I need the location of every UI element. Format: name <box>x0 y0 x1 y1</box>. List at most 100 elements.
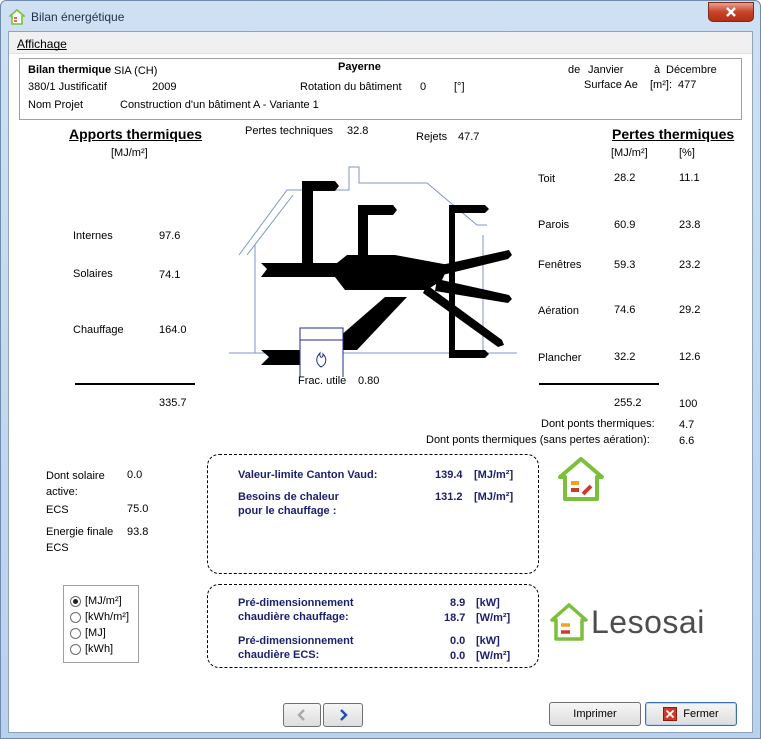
pertes-total-line <box>539 383 659 385</box>
radio-button[interactable] <box>70 627 81 639</box>
menu-affichage[interactable]: Affichage <box>17 37 67 51</box>
pertes-aeration-pct: 29.2 <box>679 304 701 316</box>
radio-label-kwh: [kWh] <box>85 643 114 655</box>
pre-ecs-wm2: 0.0 <box>450 650 466 662</box>
imprimer-button[interactable]: Imprimer <box>549 702 641 726</box>
lesosai-logo-text: Lesosai <box>591 603 705 640</box>
radio-button[interactable] <box>70 611 81 623</box>
radio-label-mj-m2: [MJ/m²] <box>85 595 122 607</box>
boiler-shape <box>299 327 344 377</box>
imprimer-label: Imprimer <box>573 708 617 720</box>
lesosai-logo-icon <box>550 603 588 641</box>
arrow-left-icon <box>297 709 305 721</box>
pertes-fenetres-pct: 23.2 <box>679 259 701 271</box>
limit-box: Valeur-limite Canton Vaud: 139.4 [MJ/m²]… <box>207 454 539 574</box>
pertes-total-value: 255.2 <box>614 397 642 409</box>
besoins-label-1: Besoins de chaleur <box>238 491 339 503</box>
frac-utile-label: Frac. utile <box>298 375 347 387</box>
pertes-techniques-value: 32.8 <box>347 125 369 137</box>
year-value: 2009 <box>152 81 177 93</box>
pre-ecs-label-1: Pré-dimensionnement <box>238 635 354 647</box>
pre-chauff-wm2: 18.7 <box>444 612 466 624</box>
limite-unit: [MJ/m²] <box>474 469 514 481</box>
dialog-window: Bilan énergétique Affichage Bilan thermi… <box>0 0 761 739</box>
ponts-label: Dont ponts thermiques: <box>541 418 655 430</box>
ponts-sans-label: Dont ponts thermiques (sans pertes aérat… <box>426 434 650 446</box>
prev-button[interactable] <box>283 703 321 727</box>
pre-chauff-kw-unit: [kW] <box>476 597 500 609</box>
period-from-value: Janvier <box>588 64 624 76</box>
ponts-sans-value: 6.6 <box>679 435 695 447</box>
surface-unit: [m²]: <box>650 79 672 91</box>
close-icon <box>663 707 678 721</box>
lesosai-logo: Lesosai <box>549 600 705 644</box>
pertes-unit-pct: [%] <box>679 147 695 159</box>
period-from-label: de <box>568 64 581 76</box>
header-info-box: Bilan thermique SIA (CH) Payerne de Janv… <box>19 58 742 120</box>
rejets-value: 47.7 <box>458 131 480 143</box>
ponts-value: 4.7 <box>679 419 695 431</box>
pertes-plancher-pct: 12.6 <box>679 351 701 363</box>
pertes-toit-label: Toit <box>538 173 556 185</box>
energie-label-2: ECS <box>46 542 69 554</box>
window-close-button[interactable] <box>708 2 754 22</box>
radio-label-mj: [MJ] <box>85 627 106 639</box>
pertes-aeration-label: Aération <box>538 305 579 317</box>
radio-mj-m2[interactable]: [MJ/m²] <box>70 595 122 607</box>
fermer-button[interactable]: Fermer <box>645 702 737 726</box>
solaire-label-1: Dont solaire <box>46 470 105 482</box>
apports-title: Apports thermiques <box>69 126 203 142</box>
radio-kwh[interactable]: [kWh] <box>70 643 113 655</box>
pre-chauff-wm2-unit: [W/m²] <box>476 612 511 624</box>
location-value: Payerne <box>338 61 381 73</box>
radio-mj[interactable]: [MJ] <box>70 627 106 639</box>
solaire-value: 0.0 <box>127 469 143 481</box>
projet-label: Nom Projet <box>28 99 84 111</box>
rotation-label: Rotation du bâtiment <box>300 81 402 93</box>
client-area: Affichage Bilan thermique SIA (CH) Payer… <box>8 31 753 733</box>
units-radio-group: [MJ/m²] [kWh/m²] [MJ] [kWh] <box>63 585 139 663</box>
rejets-label: Rejets <box>416 131 448 143</box>
pertes-fenetres-label: Fenêtres <box>538 259 582 271</box>
fermer-label: Fermer <box>683 708 719 720</box>
pertes-title: Pertes thermiques <box>612 126 735 142</box>
pertes-aeration-value: 74.6 <box>614 304 636 316</box>
pre-chauff-kw: 8.9 <box>450 597 466 609</box>
menu-bar: Affichage <box>9 32 752 54</box>
pertes-unit-mj: [MJ/m²] <box>611 147 648 159</box>
justificatif-label: 380/1 Justificatif <box>28 81 107 93</box>
solaire-label-2: active: <box>46 486 78 498</box>
period-to-value: Décembre <box>666 64 717 76</box>
apports-chauffage-label: Chauffage <box>73 324 124 336</box>
besoins-unit: [MJ/m²] <box>474 491 514 503</box>
close-icon <box>726 7 736 17</box>
standard-value: SIA (CH) <box>114 65 158 77</box>
besoins-label-2: pour le chauffage : <box>238 505 337 517</box>
radio-button[interactable] <box>70 643 81 655</box>
radio-button-checked[interactable] <box>70 595 81 607</box>
pertes-parois-value: 60.9 <box>614 219 636 231</box>
pre-ecs-kw: 0.0 <box>450 635 466 647</box>
title-bar[interactable]: Bilan énergétique <box>1 1 760 31</box>
ecs-label: ECS <box>46 504 69 516</box>
pertes-total-pct: 100 <box>679 398 698 410</box>
apports-total-value: 335.7 <box>159 397 187 409</box>
besoins-value: 131.2 <box>435 491 463 503</box>
pre-chauff-label-1: Pré-dimensionnement <box>238 597 354 609</box>
limite-value: 139.4 <box>435 469 463 481</box>
window-title: Bilan énergétique <box>31 10 125 24</box>
pertes-fenetres-value: 59.3 <box>614 259 636 271</box>
projet-value: Construction d'un bâtiment A - Variante … <box>120 99 319 111</box>
next-button[interactable] <box>323 703 363 727</box>
limite-label: Valeur-limite Canton Vaud: <box>238 469 378 481</box>
rotation-value: 0 <box>420 81 427 93</box>
predim-box: Pré-dimensionnement chaudière chauffage:… <box>207 584 539 668</box>
apports-solaires-value: 74.1 <box>159 269 181 281</box>
period-to-label: à <box>654 64 661 76</box>
pertes-parois-label: Parois <box>538 219 570 231</box>
energy-flow-diagram <box>229 166 517 377</box>
radio-kwh-m2[interactable]: [kWh/m²] <box>70 611 129 623</box>
apports-internes-value: 97.6 <box>159 230 181 242</box>
apports-internes-label: Internes <box>73 230 113 242</box>
ecs-value: 75.0 <box>127 503 149 515</box>
